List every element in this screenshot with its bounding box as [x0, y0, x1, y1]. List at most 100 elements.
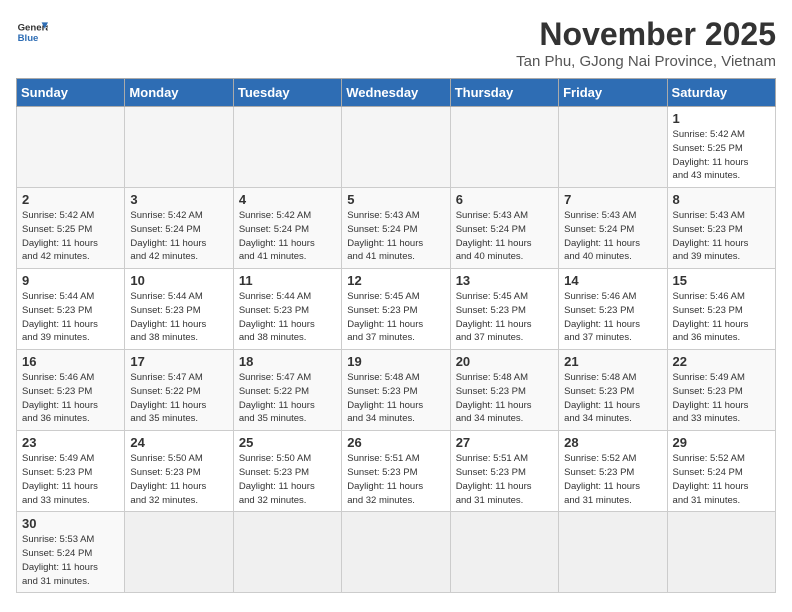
day-number: 10	[130, 273, 227, 288]
calendar-cell: 14Sunrise: 5:46 AMSunset: 5:23 PMDayligh…	[559, 269, 667, 350]
day-info: Sunrise: 5:45 AMSunset: 5:23 PMDaylight:…	[347, 290, 444, 345]
calendar-cell: 22Sunrise: 5:49 AMSunset: 5:23 PMDayligh…	[667, 350, 775, 431]
calendar-cell	[559, 512, 667, 593]
day-info: Sunrise: 5:53 AMSunset: 5:24 PMDaylight:…	[22, 533, 119, 588]
calendar-cell: 3Sunrise: 5:42 AMSunset: 5:24 PMDaylight…	[125, 188, 233, 269]
day-info: Sunrise: 5:44 AMSunset: 5:23 PMDaylight:…	[130, 290, 227, 345]
calendar-cell: 25Sunrise: 5:50 AMSunset: 5:23 PMDayligh…	[233, 431, 341, 512]
header: General Blue November 2025 Tan Phu, GJon…	[16, 16, 776, 70]
calendar-week-row: 16Sunrise: 5:46 AMSunset: 5:23 PMDayligh…	[17, 350, 776, 431]
day-number: 9	[22, 273, 119, 288]
calendar-cell: 23Sunrise: 5:49 AMSunset: 5:23 PMDayligh…	[17, 431, 125, 512]
day-info: Sunrise: 5:43 AMSunset: 5:24 PMDaylight:…	[564, 209, 661, 264]
calendar-cell: 8 Sunrise: 5:43 AMSunset: 5:23 PMDaylight…	[667, 188, 775, 269]
day-info: Sunrise: 5:46 AMSunset: 5:23 PMDaylight:…	[673, 290, 770, 345]
day-number: 13	[456, 273, 553, 288]
calendar-cell: 19Sunrise: 5:48 AMSunset: 5:23 PMDayligh…	[342, 350, 450, 431]
calendar-cell: 30Sunrise: 5:53 AMSunset: 5:24 PMDayligh…	[17, 512, 125, 593]
day-info: Sunrise: 5:48 AMSunset: 5:23 PMDaylight:…	[564, 371, 661, 426]
calendar-cell: 29Sunrise: 5:52 AMSunset: 5:24 PMDayligh…	[667, 431, 775, 512]
calendar-cell: 7 Sunrise: 5:43 AMSunset: 5:24 PMDaylight…	[559, 188, 667, 269]
day-info: Sunrise: 5:47 AMSunset: 5:22 PMDaylight:…	[130, 371, 227, 426]
calendar-week-row: 1Sunrise: 5:42 AMSunset: 5:25 PMDaylight…	[17, 107, 776, 188]
day-number: 25	[239, 435, 336, 450]
calendar-cell: 27 Sunrise: 5:51 AMSunset: 5:23 PMDayligh…	[450, 431, 558, 512]
calendar-cell: 15Sunrise: 5:46 AMSunset: 5:23 PMDayligh…	[667, 269, 775, 350]
day-info: Sunrise: 5:51 AMSunset: 5:23 PMDaylight:…	[347, 452, 444, 507]
calendar-cell: 13 Sunrise: 5:45 AMSunset: 5:23 PMDayligh…	[450, 269, 558, 350]
calendar-cell	[125, 512, 233, 593]
month-title: November 2025	[516, 16, 776, 53]
day-info: Sunrise: 5:52 AMSunset: 5:24 PMDaylight:…	[673, 452, 770, 507]
calendar-week-row: 23Sunrise: 5:49 AMSunset: 5:23 PMDayligh…	[17, 431, 776, 512]
location-title: Tan Phu, GJong Nai Province, Vietnam	[516, 53, 776, 70]
day-info: Sunrise: 5:43 AMSunset: 5:23 PMDaylight:…	[673, 209, 770, 264]
calendar-cell: 4Sunrise: 5:42 AMSunset: 5:24 PMDaylight…	[233, 188, 341, 269]
calendar-cell	[233, 107, 341, 188]
calendar-cell: 10 Sunrise: 5:44 AMSunset: 5:23 PMDayligh…	[125, 269, 233, 350]
weekday-header-tuesday: Tuesday	[233, 79, 341, 107]
day-number: 4	[239, 192, 336, 207]
day-number: 12	[347, 273, 444, 288]
calendar-cell: 2 Sunrise: 5:42 AMSunset: 5:25 PMDaylight…	[17, 188, 125, 269]
day-number: 21	[564, 354, 661, 369]
calendar-week-row: 2 Sunrise: 5:42 AMSunset: 5:25 PMDaylight…	[17, 188, 776, 269]
calendar-cell	[667, 512, 775, 593]
day-number: 17	[130, 354, 227, 369]
calendar-cell: 16Sunrise: 5:46 AMSunset: 5:23 PMDayligh…	[17, 350, 125, 431]
title-block: November 2025 Tan Phu, GJong Nai Provinc…	[516, 16, 776, 70]
calendar-table: SundayMondayTuesdayWednesdayThursdayFrid…	[16, 78, 776, 593]
calendar-cell: 5 Sunrise: 5:43 AMSunset: 5:24 PMDaylight…	[342, 188, 450, 269]
day-number: 2	[22, 192, 119, 207]
day-number: 7	[564, 192, 661, 207]
calendar-cell: 1Sunrise: 5:42 AMSunset: 5:25 PMDaylight…	[667, 107, 775, 188]
day-info: Sunrise: 5:50 AMSunset: 5:23 PMDaylight:…	[130, 452, 227, 507]
day-number: 5	[347, 192, 444, 207]
day-info: Sunrise: 5:45 AMSunset: 5:23 PMDaylight:…	[456, 290, 553, 345]
day-info: Sunrise: 5:43 AMSunset: 5:24 PMDaylight:…	[347, 209, 444, 264]
calendar-cell	[342, 107, 450, 188]
calendar-cell: 28 Sunrise: 5:52 AMSunset: 5:23 PMDayligh…	[559, 431, 667, 512]
day-info: Sunrise: 5:46 AMSunset: 5:23 PMDaylight:…	[22, 371, 119, 426]
calendar-cell: 12 Sunrise: 5:45 AMSunset: 5:23 PMDayligh…	[342, 269, 450, 350]
day-info: Sunrise: 5:48 AMSunset: 5:23 PMDaylight:…	[456, 371, 553, 426]
calendar-cell: 18 Sunrise: 5:47 AMSunset: 5:22 PMDayligh…	[233, 350, 341, 431]
weekday-header-sunday: Sunday	[17, 79, 125, 107]
day-number: 11	[239, 273, 336, 288]
day-number: 20	[456, 354, 553, 369]
day-number: 3	[130, 192, 227, 207]
generalblue-logo-icon: General Blue	[16, 16, 48, 48]
calendar-cell	[342, 512, 450, 593]
calendar-cell: 6Sunrise: 5:43 AMSunset: 5:24 PMDaylight…	[450, 188, 558, 269]
calendar-cell: 9 Sunrise: 5:44 AMSunset: 5:23 PMDaylight…	[17, 269, 125, 350]
day-number: 6	[456, 192, 553, 207]
day-number: 8	[673, 192, 770, 207]
weekday-header-monday: Monday	[125, 79, 233, 107]
day-number: 28	[564, 435, 661, 450]
day-info: Sunrise: 5:47 AMSunset: 5:22 PMDaylight:…	[239, 371, 336, 426]
calendar-cell: 17 Sunrise: 5:47 AMSunset: 5:22 PMDayligh…	[125, 350, 233, 431]
weekday-header-thursday: Thursday	[450, 79, 558, 107]
calendar-cell	[559, 107, 667, 188]
day-number: 18	[239, 354, 336, 369]
day-number: 26	[347, 435, 444, 450]
calendar-cell	[450, 107, 558, 188]
calendar-week-row: 9 Sunrise: 5:44 AMSunset: 5:23 PMDaylight…	[17, 269, 776, 350]
calendar-cell: 24Sunrise: 5:50 AMSunset: 5:23 PMDayligh…	[125, 431, 233, 512]
weekday-header-saturday: Saturday	[667, 79, 775, 107]
day-number: 27	[456, 435, 553, 450]
calendar-week-row: 30Sunrise: 5:53 AMSunset: 5:24 PMDayligh…	[17, 512, 776, 593]
day-info: Sunrise: 5:44 AMSunset: 5:23 PMDaylight:…	[22, 290, 119, 345]
calendar-cell: 11Sunrise: 5:44 AMSunset: 5:23 PMDayligh…	[233, 269, 341, 350]
calendar-cell: 26 Sunrise: 5:51 AMSunset: 5:23 PMDayligh…	[342, 431, 450, 512]
day-number: 19	[347, 354, 444, 369]
day-info: Sunrise: 5:42 AMSunset: 5:25 PMDaylight:…	[22, 209, 119, 264]
calendar-cell: 21 Sunrise: 5:48 AMSunset: 5:23 PMDayligh…	[559, 350, 667, 431]
calendar-cell	[125, 107, 233, 188]
day-info: Sunrise: 5:52 AMSunset: 5:23 PMDaylight:…	[564, 452, 661, 507]
day-info: Sunrise: 5:51 AMSunset: 5:23 PMDaylight:…	[456, 452, 553, 507]
calendar-cell	[17, 107, 125, 188]
calendar-cell	[450, 512, 558, 593]
day-info: Sunrise: 5:49 AMSunset: 5:23 PMDaylight:…	[22, 452, 119, 507]
weekday-header-friday: Friday	[559, 79, 667, 107]
